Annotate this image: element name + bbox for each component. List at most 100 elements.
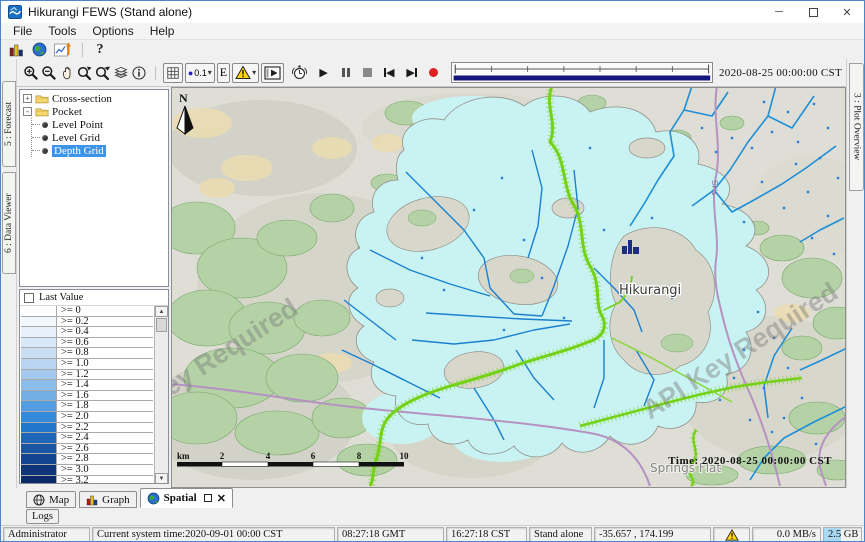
- movie-icon: [264, 66, 281, 80]
- play-button[interactable]: ▶: [315, 63, 332, 83]
- tree-item-depth-grid[interactable]: Depth Grid: [32, 144, 168, 157]
- tab-spatial[interactable]: Spatial ✕: [140, 488, 233, 508]
- map-view[interactable]: API Key Required API Key Required SH1 Hi…: [171, 87, 846, 488]
- status-rate: 0.0 MB/s: [752, 527, 821, 542]
- legend-value: >= 1.6: [57, 391, 89, 401]
- close-panel-icon[interactable]: ✕: [217, 492, 226, 505]
- svg-text:10: 10: [400, 451, 410, 461]
- bar-chart-icon: [86, 494, 98, 506]
- svg-text:8: 8: [357, 451, 362, 461]
- scroll-down-icon[interactable]: ▼: [155, 473, 168, 484]
- grid-toggle-button[interactable]: [163, 63, 183, 83]
- legend-row: >= 2.0: [21, 412, 153, 423]
- timeseries-button[interactable]: [52, 41, 72, 58]
- zoom-out-button[interactable]: [40, 63, 57, 83]
- node-icon: [42, 148, 48, 154]
- globe-map-button[interactable]: [29, 41, 49, 58]
- map-time-label: Time: 2020-08-25 00:00:00 CST: [668, 455, 832, 467]
- legend-swatch: [21, 423, 57, 433]
- tree-item-cross-section[interactable]: +Cross-section: [23, 92, 168, 105]
- minimize-button[interactable]: ─: [762, 1, 796, 23]
- tree-guide: [32, 150, 40, 151]
- logs-button[interactable]: Logs: [26, 509, 59, 524]
- expand-icon[interactable]: +: [23, 94, 32, 103]
- tree-item-level-point[interactable]: Level Point: [32, 118, 168, 131]
- record-button[interactable]: [425, 63, 442, 83]
- tree-guide: [32, 124, 40, 125]
- scroll-up-icon[interactable]: ▲: [155, 306, 168, 317]
- node-icon: [42, 122, 48, 128]
- status-system-time: Current system time:2020-09-01 00:00 CST: [92, 527, 335, 542]
- title-bar: Hikurangi FEWS (Stand alone) ─ ✕: [1, 1, 864, 23]
- step-backward-button[interactable]: ▶: [381, 63, 398, 83]
- legend-swatch: [21, 327, 57, 337]
- tab-data-viewer[interactable]: 6 : Data Viewer: [2, 172, 16, 274]
- tab-plot-overview[interactable]: 3 : Plot Overview: [849, 63, 864, 191]
- menu-options[interactable]: Options: [84, 24, 141, 38]
- grid-icon: [166, 66, 180, 80]
- last-value-checkbox[interactable]: [24, 293, 34, 303]
- step-forward-button[interactable]: ▶: [403, 63, 420, 83]
- zoom-in-button[interactable]: [22, 63, 39, 83]
- status-user: Administrator: [3, 527, 90, 542]
- tree-item-pocket[interactable]: -Pocket: [23, 105, 168, 118]
- pan-button[interactable]: [58, 63, 75, 83]
- legend-value: >= 3.0: [57, 465, 89, 475]
- chevron-down-icon: ▾: [252, 68, 256, 77]
- map-toolbar: ● 0.1 ▾ E ▾ ▶: [17, 59, 846, 87]
- app-window: Hikurangi FEWS (Stand alone) ─ ✕ FileToo…: [0, 0, 865, 542]
- legend-value: >= 0.2: [57, 317, 89, 327]
- layers-button[interactable]: [112, 63, 129, 83]
- tab-graph[interactable]: Graph: [79, 491, 137, 508]
- svg-text:4: 4: [266, 451, 271, 461]
- animation-button[interactable]: [261, 63, 284, 83]
- time-slider[interactable]: [451, 62, 713, 83]
- maximize-button[interactable]: [796, 1, 830, 23]
- town-label: Hikurangi: [619, 283, 681, 298]
- legend-swatch: [21, 433, 57, 443]
- tree-item-label: Level Grid: [52, 132, 100, 144]
- scroll-thumb[interactable]: [156, 318, 167, 332]
- legend-swatch: [21, 401, 57, 411]
- legend-row: >= 3.2: [21, 476, 153, 485]
- collapse-icon[interactable]: -: [23, 107, 32, 116]
- tree-children: Level PointLevel GridDepth Grid: [31, 118, 168, 157]
- stop-button[interactable]: [359, 63, 376, 83]
- legend-swatch: [21, 338, 57, 348]
- interval-value: 0.1: [194, 68, 207, 78]
- help-button[interactable]: ?: [90, 41, 110, 58]
- status-coordinates: -35.657 , 174.199: [594, 527, 711, 542]
- tab-forecast[interactable]: 5 : Forecast: [2, 81, 16, 167]
- bar-chart-button[interactable]: [6, 41, 26, 58]
- menu-file[interactable]: File: [5, 24, 40, 38]
- legend-value: >= 2.0: [57, 412, 89, 422]
- left-tab-strip: 5 : Forecast 6 : Data Viewer: [1, 59, 17, 488]
- warning-dropdown[interactable]: ▾: [232, 63, 259, 83]
- menu-tools[interactable]: Tools: [40, 24, 84, 38]
- svg-text:N: N: [179, 91, 188, 105]
- close-button[interactable]: ✕: [830, 1, 864, 23]
- menu-help[interactable]: Help: [142, 24, 183, 38]
- info-button[interactable]: [130, 63, 147, 83]
- status-memory: 2.5 GB: [823, 527, 862, 542]
- tree-item-level-grid[interactable]: Level Grid: [32, 131, 168, 144]
- timer-button[interactable]: [291, 63, 308, 83]
- interval-dropdown[interactable]: ● 0.1 ▾: [185, 63, 215, 83]
- tab-map[interactable]: Map: [26, 491, 76, 508]
- warning-icon: [235, 65, 251, 80]
- label-toggle-button[interactable]: E: [217, 63, 230, 83]
- label-glyph: E: [220, 65, 227, 80]
- legend-swatch: [21, 476, 57, 485]
- legend-swatch: [21, 317, 57, 327]
- chevron-down-icon: ▾: [208, 68, 212, 77]
- zoom-next-button[interactable]: [94, 63, 111, 83]
- legend-swatch: [21, 380, 57, 390]
- maximize-panel-icon[interactable]: [204, 494, 212, 502]
- tree-item-label: Level Point: [52, 119, 103, 131]
- legend-value: >= 2.4: [57, 433, 89, 443]
- legend-scrollbar[interactable]: ▲ ▼: [154, 306, 168, 484]
- status-warning[interactable]: [713, 527, 750, 542]
- zoom-previous-button[interactable]: [76, 63, 93, 83]
- pause-button[interactable]: [337, 63, 354, 83]
- legend-value: >= 0.6: [57, 338, 89, 348]
